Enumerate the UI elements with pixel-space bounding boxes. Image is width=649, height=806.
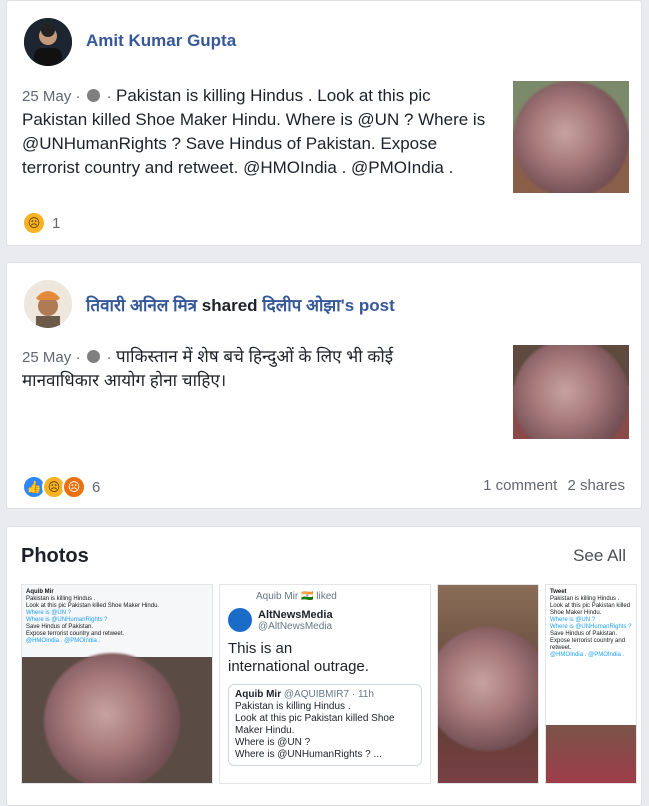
- post-date[interactable]: 25 May: [22, 349, 71, 366]
- see-all-link[interactable]: See All: [573, 546, 626, 566]
- post-body: 25 May · · पाकिस्तान में शेष बचे हिन्दुओ…: [22, 345, 442, 393]
- account-name: AltNewsMedia: [258, 608, 333, 621]
- tweet-line: Where is @UNHumanRights ?: [26, 617, 108, 623]
- photo-thumbnail-2[interactable]: Aquib Mir 🇮🇳 liked AltNewsMedia @AltNews…: [219, 584, 431, 784]
- post-date[interactable]: 25 May: [22, 88, 71, 105]
- author-avatar[interactable]: [24, 280, 72, 328]
- avatar-photo-icon: [24, 18, 72, 66]
- tweet-line: Look at this pic Pakistan killed Shoe Ma…: [26, 603, 160, 609]
- account-handle: @AltNewsMedia: [258, 620, 333, 632]
- quoted-handle: @AQUIBMIR7 · 11h: [283, 689, 374, 700]
- quoted-tweet: Aquib Mir @AQUIBMIR7 · 11h Pakistan is k…: [228, 684, 422, 766]
- separator: ·: [106, 349, 112, 366]
- photos-card: Photos See All Aquib Mir Pakistan is kil…: [6, 526, 642, 806]
- author-avatar[interactable]: [24, 18, 72, 66]
- tweet-line: Where is @UNHumanRights ?: [550, 624, 632, 630]
- tweet-line: @HMOIndia . @PMOIndia .: [550, 652, 625, 658]
- quoted-text: Pakistan is killing Hindus .: [235, 701, 351, 712]
- separator: ·: [75, 349, 81, 366]
- altnews-logo-icon: [228, 608, 252, 632]
- tweet-line: Expose terrorist country and retweet.: [550, 638, 626, 651]
- globe-icon: [87, 350, 101, 363]
- tweet-line: Save Hindus of Pakistan.: [26, 624, 94, 630]
- tweet-line: Expose terrorist country and retweet.: [26, 631, 125, 637]
- reaction-count: 1: [52, 214, 61, 232]
- blurred-face: [44, 653, 180, 783]
- tweet-author: Aquib Mir: [26, 589, 54, 595]
- author-name[interactable]: तिवारी अनिल मित्र: [86, 296, 197, 315]
- photo-thumbnail-4[interactable]: Tweet Pakistan is killing Hindus . Look …: [545, 584, 637, 784]
- quoted-text: Look at this pic Pakistan killed Shoe Ma…: [235, 713, 395, 736]
- shared-source[interactable]: दिलीप ओझा's post: [262, 296, 395, 315]
- globe-icon: [87, 89, 101, 102]
- photo-thumbnail-1[interactable]: Aquib Mir Pakistan is killing Hindus . L…: [21, 584, 213, 784]
- quoted-author: Aquib Mir: [235, 689, 282, 700]
- photo-thumbnail-3[interactable]: [437, 584, 539, 784]
- reaction-summary[interactable]: 👍 ☹ ☹ 6: [22, 475, 100, 499]
- blurred-face: [513, 345, 629, 439]
- tweet-account: AltNewsMedia @AltNewsMedia: [228, 608, 422, 632]
- comments-link[interactable]: 1 comment: [483, 477, 557, 494]
- tweet-line: Where is @UN ?: [550, 617, 596, 623]
- blurred-face: [438, 627, 538, 751]
- quoted-text: Where is @UNHumanRights ? ...: [235, 749, 382, 760]
- post-image-thumbnail[interactable]: [513, 345, 629, 439]
- separator: ·: [75, 88, 81, 105]
- photos-title[interactable]: Photos: [21, 545, 89, 568]
- post-card-2: तिवारी अनिल मित्र shared दिलीप ओझा's pos…: [6, 262, 642, 509]
- photo-tweet-text: Tweet Pakistan is killing Hindus . Look …: [546, 585, 636, 663]
- tweet-text: This is an international outrage.: [228, 640, 369, 675]
- author-name[interactable]: Amit Kumar Gupta: [86, 31, 236, 51]
- post-card-1: Amit Kumar Gupta 25 May · · Pakistan is …: [6, 0, 642, 246]
- sad-icon: ☹: [22, 211, 46, 235]
- tweet-line: Pakistan is killing Hindus .: [26, 596, 96, 602]
- tweet-line: Pakistan is killing Hindus .: [550, 596, 620, 602]
- post-stats: 1 comment 2 shares: [483, 477, 625, 494]
- shares-link[interactable]: 2 shares: [567, 477, 625, 494]
- tweet-header: Tweet: [550, 589, 567, 595]
- separator: ·: [106, 88, 112, 105]
- tweet-line: Save Hindus of Pakistan.: [550, 631, 618, 637]
- angry-icon: ☹: [62, 475, 86, 499]
- blurred-face: [513, 81, 629, 193]
- tweet-line: Where is @UN ?: [26, 610, 72, 616]
- avatar-photo-icon: [24, 280, 72, 328]
- quoted-text: Where is @UN ?: [235, 737, 311, 748]
- reaction-summary[interactable]: ☹ 1: [22, 211, 60, 235]
- photo-tweet-text: Aquib Mir Pakistan is killing Hindus . L…: [22, 585, 212, 649]
- post-body: 25 May · · Pakistan is killing Hindus . …: [22, 84, 492, 180]
- tweet-line: @HMOIndia . @PMOIndia .: [26, 638, 101, 644]
- liked-line: Aquib Mir 🇮🇳 liked: [256, 591, 337, 602]
- author-line: तिवारी अनिल मित्र shared दिलीप ओझा's pos…: [86, 293, 395, 316]
- post-image-thumbnail[interactable]: [513, 81, 629, 193]
- reaction-count: 6: [92, 478, 101, 496]
- tweet-line: Look at this pic Pakistan killed Shoe Ma…: [550, 603, 631, 616]
- shared-word: shared: [201, 296, 258, 315]
